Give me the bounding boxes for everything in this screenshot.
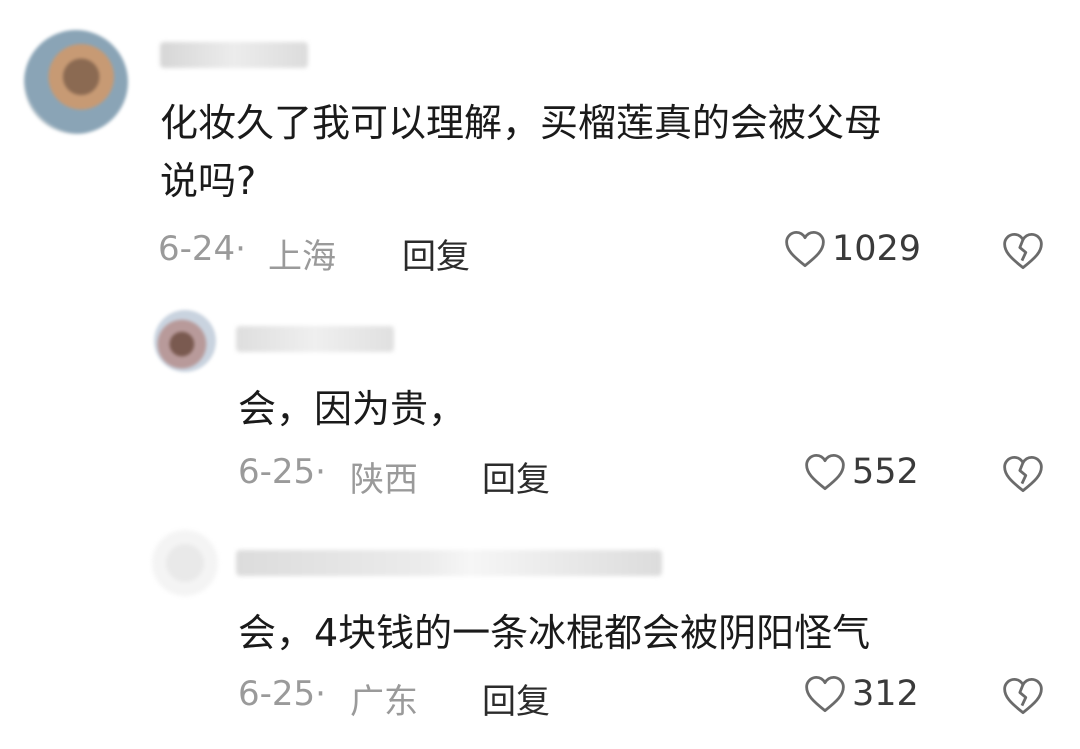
like-count: 312	[852, 674, 919, 714]
avatar[interactable]	[152, 530, 218, 596]
broken-heart-icon[interactable]	[1002, 454, 1044, 494]
like-count: 552	[852, 452, 919, 492]
comment-text-line1: 会，4块钱的一条冰棍都会被阴阳怪气	[238, 611, 871, 655]
heart-outline-icon	[784, 229, 826, 269]
username-blurred[interactable]	[236, 326, 394, 352]
username-blurred[interactable]	[236, 550, 662, 576]
like-button[interactable]: 552	[804, 452, 919, 492]
comment-text-line2: 说吗?	[160, 159, 257, 203]
avatar[interactable]	[24, 30, 128, 134]
like-button[interactable]: 1029	[784, 229, 921, 269]
username-blurred[interactable]	[160, 42, 308, 68]
broken-heart-icon[interactable]	[1002, 676, 1044, 716]
reply-button[interactable]: 回复	[482, 452, 550, 501]
comment-1: 化妆久了我可以理解，买榴莲真的会被父母 说吗? 6-24· 上海 回复 1029	[0, 0, 1080, 290]
comment-text-line1: 会，因为贵，	[238, 387, 467, 431]
reply-comment-1: 会，因为贵， 6-25· 陕西 回复 552	[0, 290, 1080, 520]
comment-location: 陕西	[350, 460, 418, 500]
comment-date: 6-25·	[238, 674, 326, 714]
avatar[interactable]	[154, 310, 216, 372]
comment-text-line1: 化妆久了我可以理解，买榴莲真的会被父母	[160, 101, 883, 145]
comment-date: 6-25·	[238, 452, 326, 492]
comment-date: 6-24·	[158, 229, 246, 269]
reply-comment-2: 会，4块钱的一条冰棍都会被阴阳怪气 6-25· 广东 回复 312	[0, 520, 1080, 749]
broken-heart-icon[interactable]	[1002, 231, 1044, 271]
reply-button[interactable]: 回复	[402, 229, 470, 278]
comment-location: 上海	[268, 237, 336, 277]
heart-outline-icon	[804, 674, 846, 714]
reply-button[interactable]: 回复	[482, 674, 550, 723]
heart-outline-icon	[804, 452, 846, 492]
comment-location: 广东	[350, 682, 418, 722]
like-count: 1029	[832, 229, 922, 269]
like-button[interactable]: 312	[804, 674, 919, 714]
